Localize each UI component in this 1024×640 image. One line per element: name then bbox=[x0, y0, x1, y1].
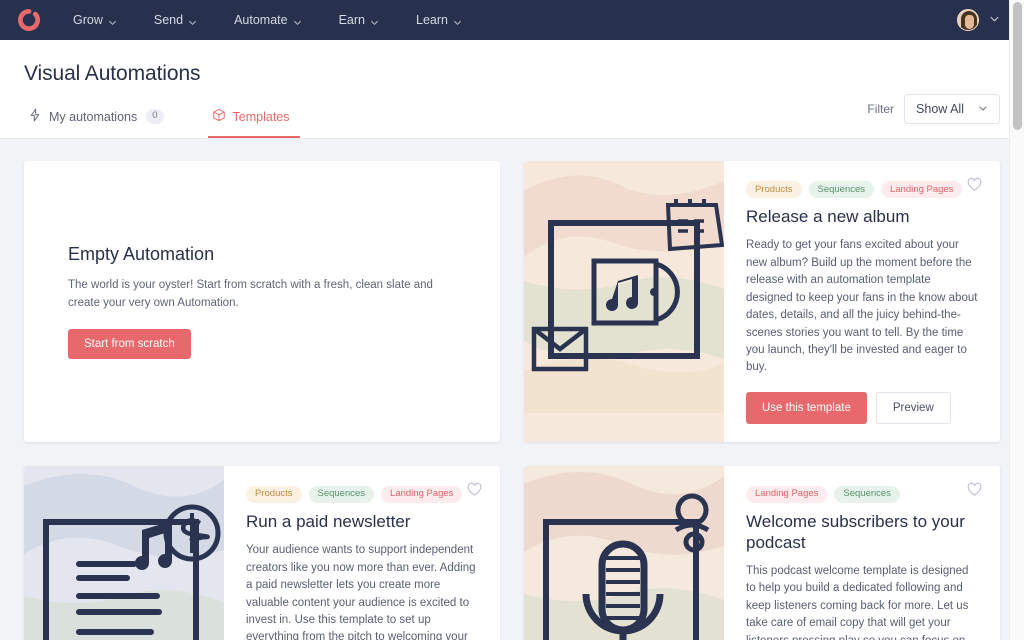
nav-item-grow[interactable]: Grow bbox=[73, 7, 117, 33]
chevron-down-icon bbox=[978, 102, 988, 116]
card-run-paid-newsletter[interactable]: NEW Products Sequences Landing Pages Run… bbox=[24, 465, 500, 640]
tag-landing-pages[interactable]: Landing Pages bbox=[881, 181, 963, 199]
card-title: Run a paid newsletter bbox=[246, 512, 411, 532]
card-release-new-album[interactable]: Products Sequences Landing Pages Release… bbox=[524, 161, 1000, 442]
card-title: Release a new album bbox=[746, 207, 910, 227]
nav-item-send[interactable]: Send bbox=[154, 7, 197, 33]
tab-bar: My automations 0 Templates bbox=[24, 102, 1000, 138]
nav-item-automate[interactable]: Automate bbox=[234, 7, 302, 33]
scrollbar-thumb[interactable] bbox=[1013, 2, 1022, 130]
account-chevron-icon[interactable] bbox=[989, 11, 1000, 29]
tab-templates[interactable]: Templates bbox=[207, 102, 300, 138]
filter-select-value: Show All bbox=[916, 102, 964, 116]
avatar[interactable] bbox=[957, 9, 979, 31]
nav-item-send-label: Send bbox=[153, 13, 184, 27]
lightning-bolt-icon bbox=[28, 108, 42, 125]
filter-select[interactable]: Show All bbox=[904, 94, 1000, 124]
use-this-template-button[interactable]: Use this template bbox=[746, 391, 867, 424]
tab-my-automations[interactable]: My automations 0 bbox=[24, 102, 174, 138]
tab-templates-label: Templates bbox=[232, 109, 290, 124]
page-scrollbar[interactable] bbox=[1009, 0, 1024, 640]
preview-button[interactable]: Preview bbox=[875, 391, 951, 424]
tag-sequences[interactable]: Sequences bbox=[308, 485, 375, 504]
card-title: Welcome subscribers to your podcast bbox=[746, 512, 965, 553]
card-description: This podcast welcome template is designe… bbox=[746, 564, 969, 640]
card-welcome-podcast-subscribers[interactable]: Landing Pages Sequences Welcome subscrib… bbox=[524, 465, 1000, 640]
page-title: Visual Automations bbox=[24, 62, 201, 85]
chevron-down-icon bbox=[188, 16, 197, 25]
nav-item-earn-label: Earn bbox=[338, 13, 365, 27]
convertkit-logo-icon[interactable] bbox=[18, 9, 40, 31]
podcast-microphone-illustration bbox=[524, 465, 724, 640]
chevron-down-icon bbox=[293, 16, 302, 25]
heart-outline-icon[interactable] bbox=[967, 482, 982, 497]
card-description: Ready to get your fans excited about you… bbox=[746, 239, 978, 374]
empty-automation-title: Empty Automation bbox=[68, 244, 215, 265]
tag-row: Products Sequences Landing Pages bbox=[746, 181, 978, 199]
tag-sequences[interactable]: Sequences bbox=[834, 485, 900, 504]
top-navbar: Grow Send Automate Earn Learn bbox=[0, 0, 1024, 40]
card-actions: Use this template Preview bbox=[746, 391, 978, 424]
filter-label: Filter bbox=[867, 102, 895, 116]
start-from-scratch-button[interactable]: Start from scratch bbox=[68, 328, 191, 359]
card-description: Your audience wants to support independe… bbox=[246, 544, 476, 640]
paid-newsletter-illustration: NEW bbox=[24, 465, 224, 640]
account-area[interactable] bbox=[957, 0, 1000, 40]
filter-area: Filter Show All bbox=[867, 94, 1000, 124]
box-icon bbox=[212, 108, 226, 125]
avatar-face bbox=[964, 15, 974, 29]
card-empty-automation[interactable]: Empty Automation The world is your oyste… bbox=[24, 161, 500, 442]
empty-automation-description: The world is your oyster! Start from scr… bbox=[68, 279, 433, 309]
tag-row: Landing Pages Sequences bbox=[746, 485, 978, 504]
tag-products[interactable]: Products bbox=[746, 181, 802, 199]
nav-item-earn[interactable]: Earn bbox=[339, 7, 379, 33]
tab-my-automations-label: My automations bbox=[49, 109, 138, 124]
nav-item-grow-label: Grow bbox=[73, 13, 103, 27]
tag-landing-pages[interactable]: Landing Pages bbox=[381, 485, 463, 504]
my-automations-count-badge: 0 bbox=[146, 109, 164, 124]
chevron-down-icon bbox=[370, 16, 379, 25]
template-grid: Empty Automation The world is your oyste… bbox=[0, 139, 1024, 640]
heart-outline-icon[interactable] bbox=[967, 177, 982, 192]
primary-nav: Grow Send Automate Earn Learn bbox=[73, 7, 499, 33]
nav-item-automate-label: Automate bbox=[234, 13, 288, 27]
tag-products[interactable]: Products bbox=[246, 485, 302, 504]
chevron-down-icon bbox=[453, 16, 462, 25]
nav-item-learn[interactable]: Learn bbox=[416, 7, 462, 33]
nav-item-learn-label: Learn bbox=[416, 13, 448, 27]
heart-outline-icon[interactable] bbox=[467, 482, 482, 497]
chevron-down-icon bbox=[108, 16, 117, 25]
album-release-illustration bbox=[524, 161, 724, 442]
page-header: Visual Automations My automations 0 Temp… bbox=[0, 40, 1024, 139]
tag-landing-pages[interactable]: Landing Pages bbox=[746, 485, 828, 504]
tag-row: Products Sequences Landing Pages bbox=[246, 485, 478, 504]
tag-sequences[interactable]: Sequences bbox=[808, 181, 875, 199]
